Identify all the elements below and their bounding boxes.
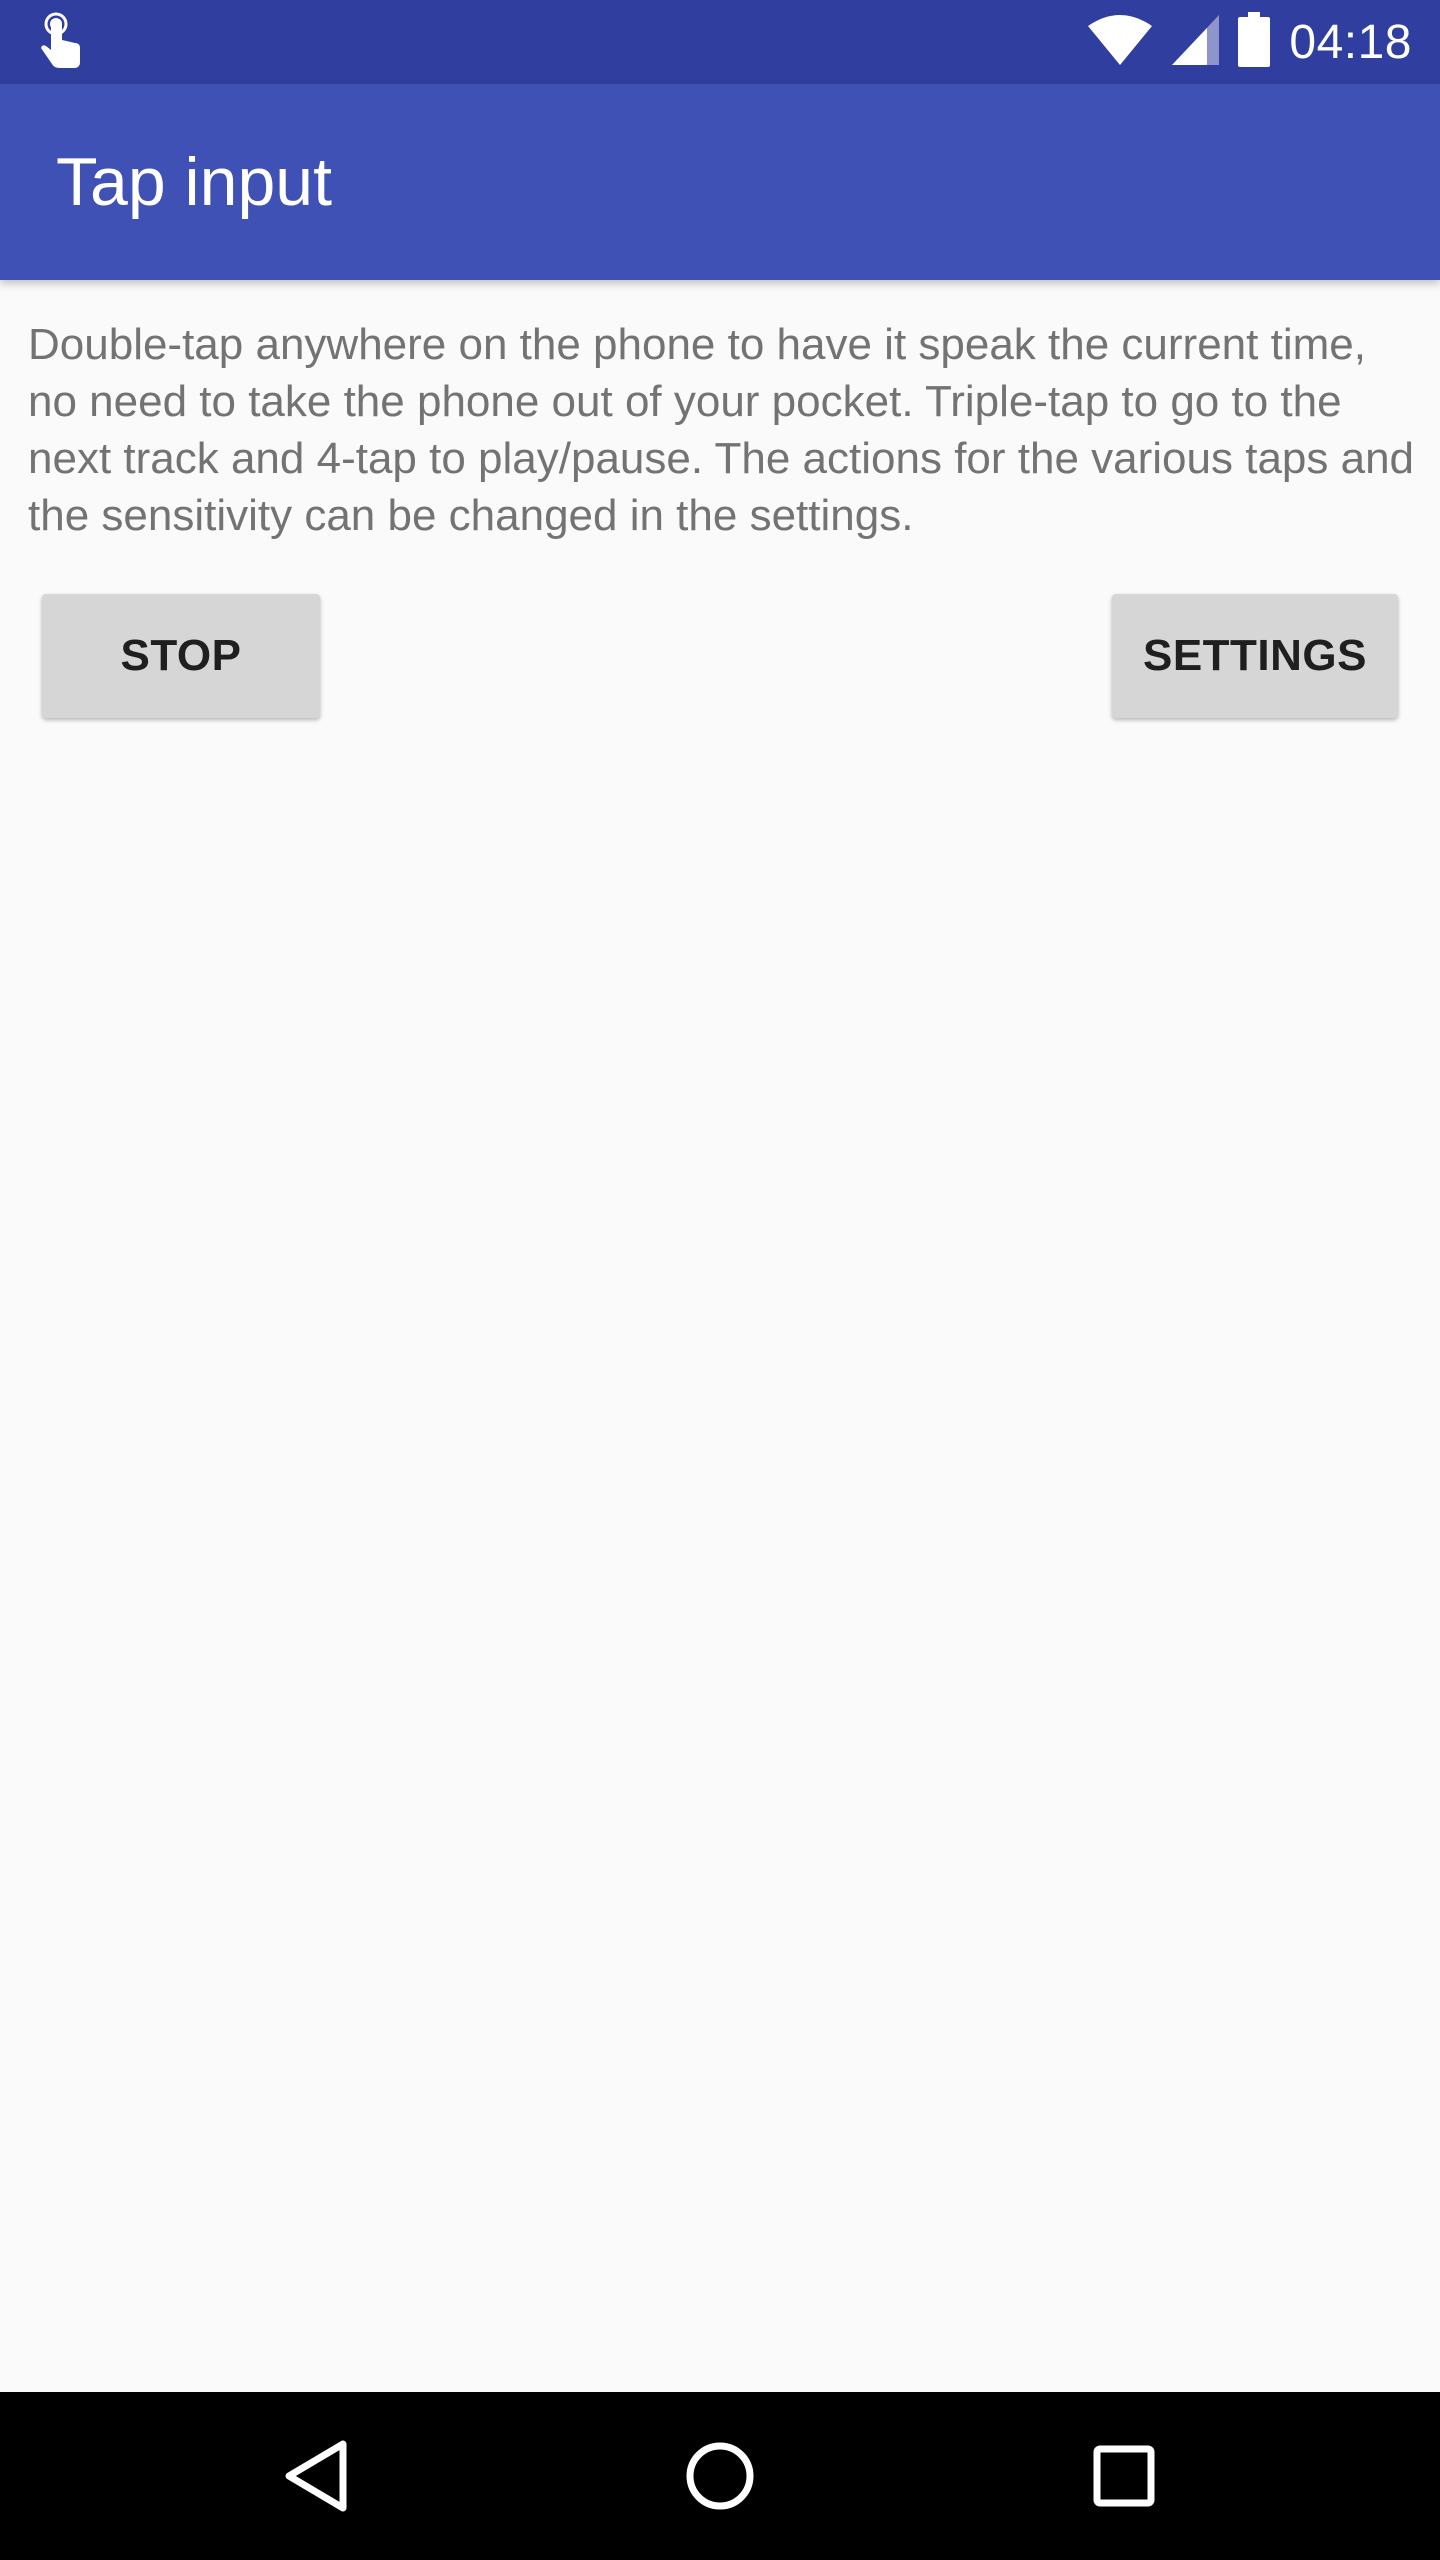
screen: 04:18 Tap input Double-tap anywhere on t… xyxy=(0,0,1440,2560)
app-bar: Tap input xyxy=(0,84,1440,280)
cell-signal-icon xyxy=(1171,14,1220,71)
touch-app-icon xyxy=(36,10,84,74)
navigation-bar xyxy=(0,2392,1440,2560)
app-title: Tap input xyxy=(56,144,332,220)
back-triangle-icon[interactable] xyxy=(266,2426,366,2526)
status-bar: 04:18 xyxy=(0,0,1440,84)
status-icons: 04:18 xyxy=(1087,0,1412,84)
description-text: Double-tap anywhere on the phone to have… xyxy=(28,320,1415,540)
wifi-icon xyxy=(1087,14,1153,71)
home-circle-icon[interactable] xyxy=(670,2426,770,2526)
main-content: Double-tap anywhere on the phone to have… xyxy=(0,280,1440,2392)
stop-button[interactable]: STOP xyxy=(42,594,320,718)
battery-icon xyxy=(1237,11,1271,73)
recents-square-icon[interactable] xyxy=(1074,2426,1174,2526)
settings-button[interactable]: SETTINGS xyxy=(1112,594,1398,718)
status-time: 04:18 xyxy=(1289,15,1412,69)
